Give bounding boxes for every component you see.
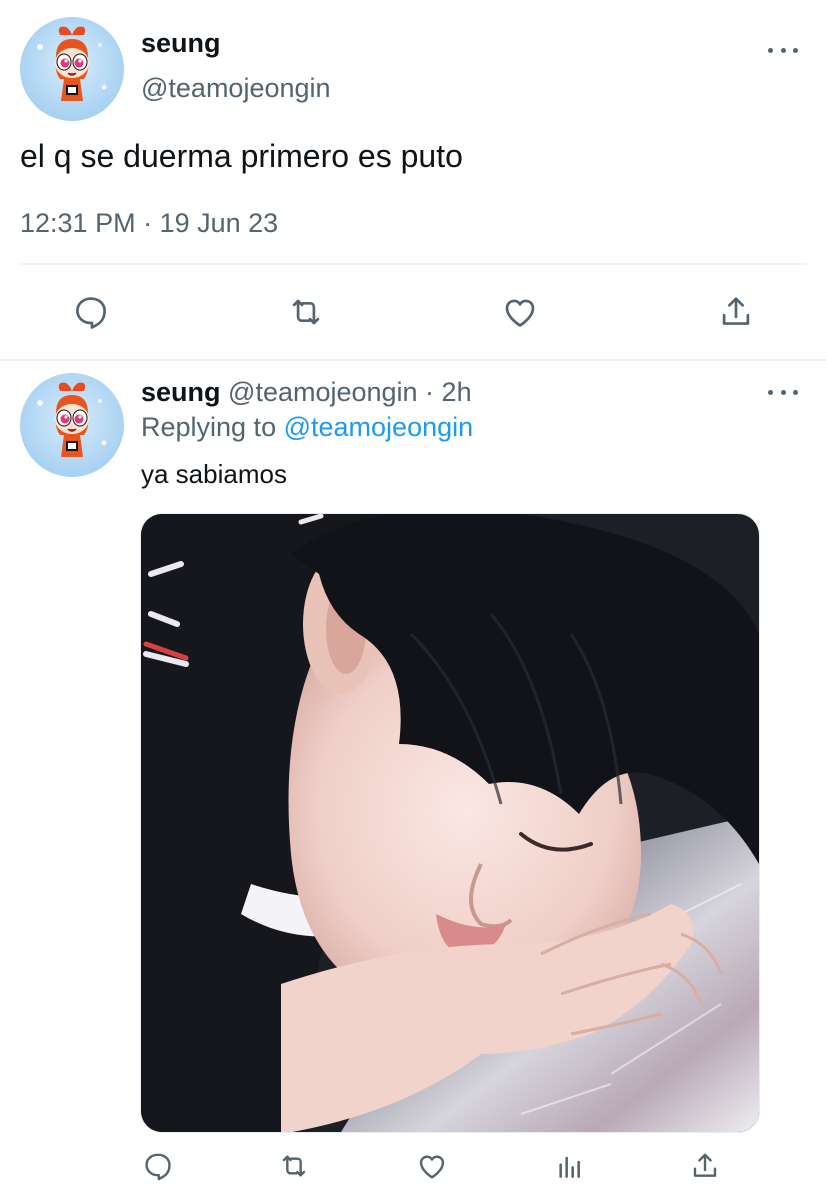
reply-more-options-icon[interactable] [768, 386, 798, 398]
retweet-icon [292, 299, 320, 325]
tweet-text: el q se duerma primero es puto [20, 138, 463, 174]
like-button[interactable] [497, 292, 543, 332]
photo [141, 514, 759, 1132]
replying-to: Replying to @teamojeongin [141, 412, 473, 443]
reply-analytics-button[interactable] [550, 1146, 590, 1186]
reply-header: seung @teamojeongin · 2h [141, 377, 472, 408]
reply-text: ya sabiamos [141, 459, 287, 489]
display-name[interactable]: seung [141, 28, 221, 59]
like-icon [419, 1155, 445, 1179]
replying-to-label: Replying to [141, 412, 277, 442]
reply-avatar[interactable] [20, 373, 124, 477]
retweet-button[interactable] [283, 292, 329, 332]
reply-icon [76, 297, 106, 329]
reply-share-button[interactable] [685, 1146, 725, 1186]
reply-button[interactable] [68, 292, 114, 332]
share-icon [722, 297, 750, 325]
divider [20, 263, 806, 265]
reply-icon [145, 1153, 171, 1181]
tweet-media-image[interactable] [140, 513, 760, 1133]
reply-like-button[interactable] [412, 1146, 452, 1186]
tweet-timestamp[interactable]: 12:31 PM · 19 Jun 23 [20, 208, 278, 239]
reply-display-name[interactable]: seung [141, 377, 221, 407]
replying-to-handle[interactable]: @teamojeongin [284, 412, 474, 442]
share-icon [693, 1153, 717, 1177]
profile-picture [37, 26, 107, 101]
divider [0, 359, 826, 361]
more-options-icon[interactable] [768, 44, 798, 56]
like-icon [505, 299, 535, 327]
avatar[interactable] [20, 17, 124, 121]
share-button[interactable] [713, 292, 759, 332]
reply-reply-button[interactable] [138, 1146, 178, 1186]
reply-handle-time[interactable]: @teamojeongin · 2h [228, 377, 472, 407]
profile-picture [37, 382, 107, 457]
retweet-icon [282, 1155, 306, 1177]
user-handle[interactable]: @teamojeongin [141, 73, 331, 104]
reply-retweet-button[interactable] [274, 1146, 314, 1186]
analytics-icon [559, 1156, 580, 1178]
